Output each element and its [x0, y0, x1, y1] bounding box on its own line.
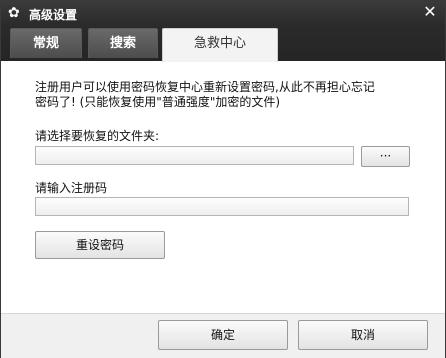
gear-icon: ✿ — [8, 5, 20, 21]
tab-general[interactable]: 常规 — [10, 28, 82, 58]
folder-path-input[interactable] — [35, 146, 354, 165]
browse-button[interactable]: ··· — [361, 146, 410, 167]
close-icon[interactable]: ✕ — [421, 3, 439, 21]
advanced-settings-window: ✿ 高级设置 ✕ 常规 搜索 急救中心 注册用户可以使用密码恢复中心重新设置密码… — [0, 0, 446, 358]
description-line-1: 注册用户可以使用密码恢复中心重新设置密码,从此不再担心忘记 — [35, 80, 375, 94]
tab-search[interactable]: 搜索 — [88, 28, 158, 58]
rescue-description: 注册用户可以使用密码恢复中心重新设置密码,从此不再担心忘记 密码了! (只能恢复… — [35, 80, 425, 110]
cancel-button[interactable]: 取消 — [298, 320, 428, 350]
tab-rescue-center[interactable]: 急救中心 — [162, 28, 278, 62]
footer-bar: 确定 取消 — [1, 313, 445, 358]
ok-button[interactable]: 确定 — [158, 320, 288, 350]
window-title: 高级设置 — [29, 8, 78, 22]
description-line-2: 密码了! (只能恢复使用"普通强度"加密的文件) — [35, 95, 281, 109]
registration-code-input[interactable] — [35, 197, 409, 216]
reset-password-button[interactable]: 重设密码 — [35, 231, 165, 259]
folder-label: 请选择要恢复的文件夹: — [35, 129, 160, 143]
title-bar: ✿ 高级设置 ✕ 常规 搜索 急救中心 — [1, 1, 445, 62]
tab-rescue-center-label: 急救中心 — [193, 36, 246, 51]
tab-search-label: 搜索 — [109, 36, 136, 51]
regcode-label: 请输入注册码 — [35, 181, 108, 195]
tab-general-label: 常规 — [32, 36, 59, 51]
